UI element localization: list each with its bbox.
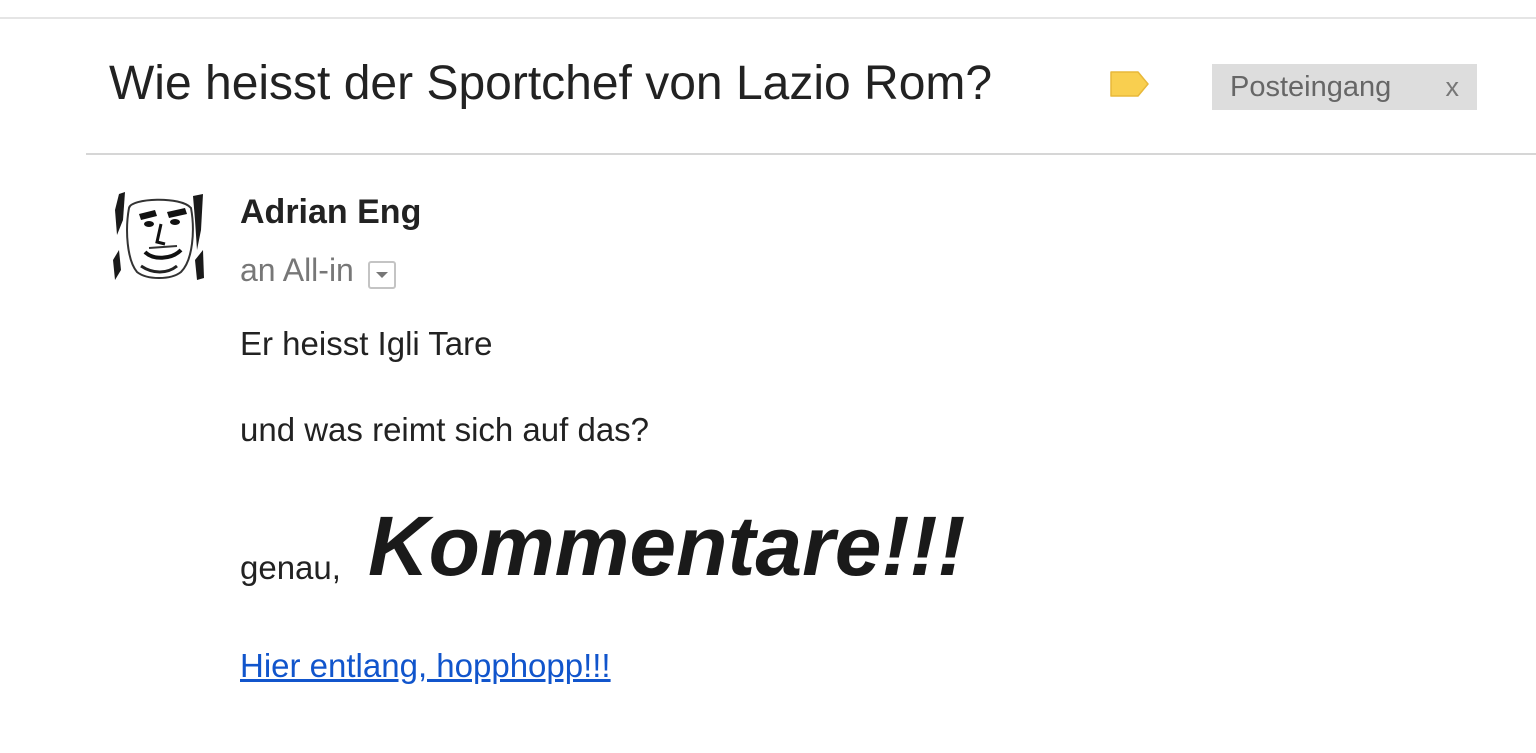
subject-divider (86, 153, 1536, 155)
top-divider (0, 17, 1536, 19)
subject-row: Wie heisst der Sportchef von Lazio Rom? … (109, 52, 1509, 116)
email-subject: Wie heisst der Sportchef von Lazio Rom? (109, 57, 993, 110)
body-line-2: und was reimt sich auf das? (240, 411, 650, 448)
body-line-1: Er heisst Igli Tare (240, 325, 493, 362)
sender-name: Adrian Eng (240, 193, 422, 231)
recipient-row: an All-in (240, 250, 396, 290)
inbox-label-chip: Posteingang x (1212, 64, 1477, 110)
inbox-label-text: Posteingang (1230, 71, 1392, 103)
label-tag-icon[interactable] (1108, 69, 1150, 99)
person-portrait-icon (111, 190, 206, 282)
remove-label-button[interactable]: x (1446, 64, 1460, 110)
show-details-dropdown-icon[interactable] (367, 260, 396, 289)
comments-link[interactable]: Hier entlang, hopphopp!!! (240, 646, 611, 686)
recipient-text: an All-in (240, 252, 354, 288)
sender-avatar[interactable] (111, 190, 206, 282)
body-line-3-emphasis: Kommentare!!! (368, 499, 966, 593)
body-line-3-prefix: genau, (240, 549, 341, 586)
